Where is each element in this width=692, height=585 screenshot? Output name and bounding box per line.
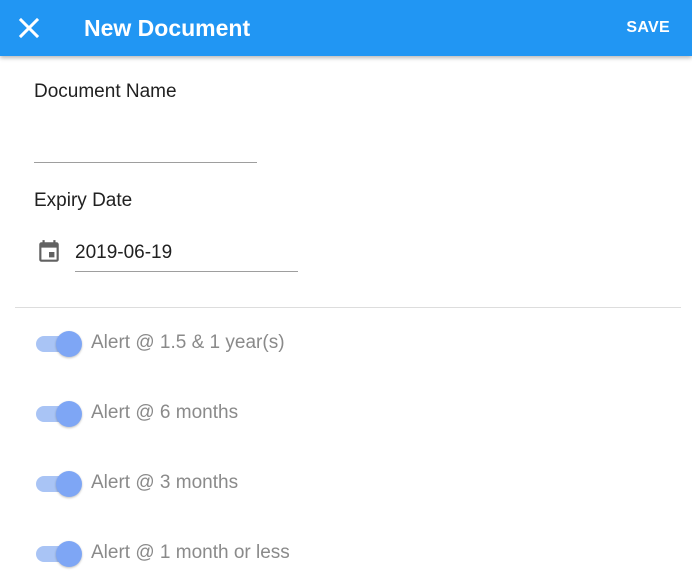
close-button[interactable] [9, 8, 49, 48]
app-toolbar: New Document SAVE [0, 0, 692, 56]
section-divider [15, 307, 681, 308]
page-title: New Document [84, 15, 251, 41]
toggle-thumb [56, 331, 82, 357]
toggle-thumb [56, 401, 82, 427]
alert-toggle-1-month[interactable] [36, 541, 82, 567]
alert-toggle-3-months[interactable] [36, 471, 82, 497]
close-icon [18, 17, 40, 39]
expiry-date-label: Expiry Date [34, 190, 133, 211]
document-name-input[interactable] [34, 134, 257, 163]
alert-label-1-5-year: Alert @ 1.5 & 1 year(s) [91, 332, 285, 353]
alert-label-3-months: Alert @ 3 months [91, 472, 239, 493]
document-name-label: Document Name [34, 81, 177, 102]
toggle-thumb [56, 471, 82, 497]
toggle-thumb [56, 541, 82, 567]
alert-label-6-months: Alert @ 6 months [91, 402, 239, 423]
alert-row-1-5-year: Alert @ 1.5 & 1 year(s) [34, 325, 434, 361]
save-button[interactable]: SAVE [626, 14, 670, 42]
expiry-date-input[interactable] [75, 238, 298, 272]
alert-row-6-months: Alert @ 6 months [34, 395, 434, 431]
alert-row-1-month: Alert @ 1 month or less [34, 535, 434, 571]
calendar-icon[interactable] [36, 239, 62, 265]
alert-row-3-months: Alert @ 3 months [34, 465, 434, 501]
alert-toggle-1-5-year[interactable] [36, 331, 82, 357]
new-document-screen: New Document SAVE Document Name Expiry D… [0, 0, 692, 585]
alert-label-1-month: Alert @ 1 month or less [91, 542, 290, 563]
alert-toggle-6-months[interactable] [36, 401, 82, 427]
